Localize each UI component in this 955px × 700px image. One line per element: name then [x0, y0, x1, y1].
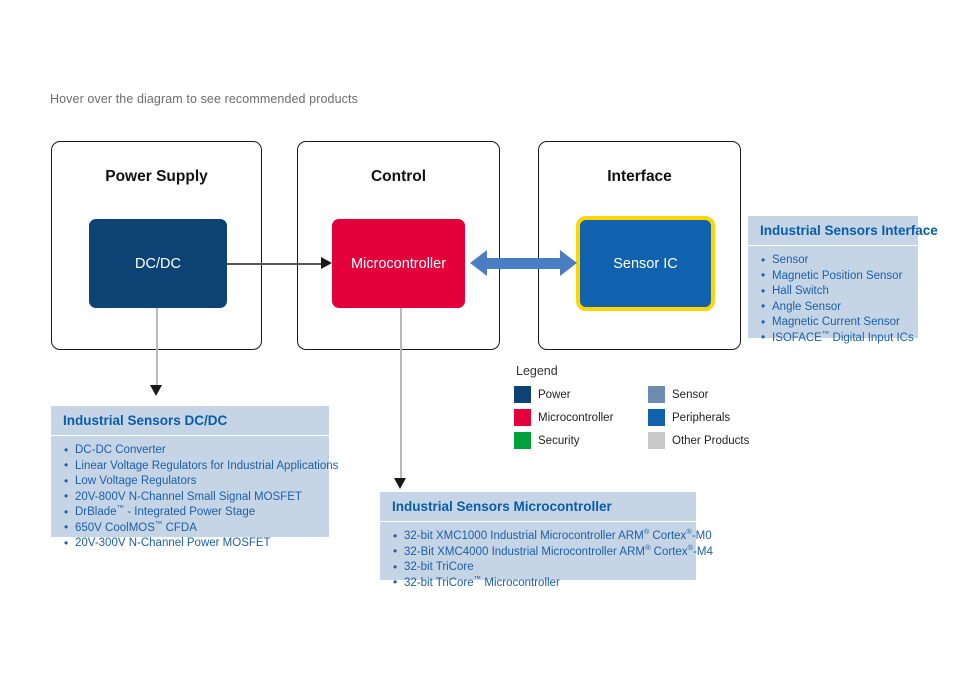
list-item[interactable]: Magnetic Current Sensor: [760, 315, 908, 331]
list-item[interactable]: 650V CoolMOS™ CFDA: [63, 519, 319, 537]
connector-microcontroller-to-panel-arrowhead: [394, 478, 406, 489]
legend-item-security: Security: [514, 429, 632, 452]
block-sensor-ic[interactable]: Sensor IC: [576, 216, 715, 311]
legend-label-security: Security: [538, 434, 580, 447]
panel-microcontroller: Industrial Sensors Microcontroller 32-bi…: [380, 492, 713, 590]
block-dcdc[interactable]: DC/DC: [89, 219, 227, 308]
legend-item-peripherals: Peripherals: [648, 406, 749, 429]
connector-dcdc-to-panel-arrowhead: [150, 385, 162, 396]
list-item[interactable]: 20V-300V N-Channel Power MOSFET: [63, 536, 319, 552]
legend-swatch-microcontroller: [514, 409, 531, 426]
legend-title: Legend: [516, 364, 558, 378]
list-item[interactable]: 32-bit TriCore: [392, 560, 686, 576]
connector-dcdc-to-microcontroller: [227, 263, 321, 265]
connector-microcontroller-to-panel: [400, 308, 402, 480]
legend-swatch-power: [514, 386, 531, 403]
legend-label-other-products: Other Products: [672, 434, 750, 447]
block-dcdc-label: DC/DC: [135, 255, 181, 272]
list-item[interactable]: Linear Voltage Regulators for Industrial…: [63, 458, 338, 475]
legend-item-other-products: Other Products: [648, 429, 749, 452]
panel-dcdc-title: Industrial Sensors DC/DC: [51, 406, 329, 436]
connector-microcontroller-sensor-shaft: [487, 258, 560, 269]
stage-power-supply-title: Power Supply: [105, 168, 208, 185]
list-item[interactable]: DrBlade™ - Integrated Power Stage: [63, 504, 319, 521]
connector-microcontroller-sensor-arrowhead-left: [470, 250, 487, 276]
legend-item-power: Power: [514, 383, 632, 406]
list-item[interactable]: Angle Sensor: [760, 299, 908, 316]
connector-dcdc-to-panel: [156, 308, 158, 387]
legend-item-microcontroller: Microcontroller: [514, 406, 632, 429]
list-item[interactable]: 20V-800V N-Channel Small Signal MOSFET: [63, 489, 319, 506]
list-item[interactable]: Sensor: [760, 253, 908, 269]
block-microcontroller-label: Microcontroller: [350, 255, 447, 272]
legend-label-microcontroller: Microcontroller: [538, 411, 614, 424]
list-item[interactable]: Magnetic Position Sensor: [760, 268, 908, 285]
list-item[interactable]: 32-bit TriCore™ Microcontroller: [392, 574, 686, 592]
legend-label-power: Power: [538, 388, 571, 401]
legend-swatch-other-products: [648, 432, 665, 449]
list-item[interactable]: 32-bit XMC1000 Industrial Microcontrolle…: [392, 528, 712, 545]
connector-dcdc-to-microcontroller-arrowhead: [321, 257, 332, 269]
legend-swatch-sensor: [648, 386, 665, 403]
stage-interface-title: Interface: [607, 168, 672, 185]
legend-label-sensor: Sensor: [672, 388, 709, 401]
legend-label-peripherals: Peripherals: [672, 411, 731, 424]
legend: Legend Power Sensor Microcontroller Peri…: [514, 364, 749, 452]
panel-interface-list: Sensor Magnetic Position Sensor Hall Swi…: [748, 246, 918, 355]
list-item[interactable]: Hall Switch: [760, 284, 908, 300]
legend-swatch-security: [514, 432, 531, 449]
list-item[interactable]: DC-DC Converter: [63, 443, 319, 459]
hover-hint-text: Hover over the diagram to see recommende…: [50, 92, 358, 106]
block-sensor-ic-label: Sensor IC: [613, 255, 678, 272]
panel-interface-title: Industrial Sensors Interface: [748, 216, 938, 246]
legend-grid: Power Sensor Microcontroller Peripherals…: [514, 383, 749, 452]
panel-microcontroller-list: 32-bit XMC1000 Industrial Microcontrolle…: [380, 522, 713, 600]
panel-dcdc: Industrial Sensors DC/DC DC-DC Converter…: [51, 406, 338, 551]
panel-interface: Industrial Sensors Interface Sensor Magn…: [748, 216, 938, 345]
list-item[interactable]: Low Voltage Regulators: [63, 474, 319, 490]
connector-microcontroller-sensor-arrowhead-right: [560, 250, 577, 276]
legend-item-sensor: Sensor: [648, 383, 749, 406]
list-item[interactable]: ISOFACE™ Digital Input ICs: [760, 329, 914, 347]
list-item[interactable]: 32-Bit XMC4000 Industrial Microcontrolle…: [392, 543, 713, 561]
panel-microcontroller-title: Industrial Sensors Microcontroller: [380, 492, 696, 522]
panel-dcdc-list: DC-DC Converter Linear Voltage Regulator…: [51, 436, 338, 561]
legend-swatch-peripherals: [648, 409, 665, 426]
block-microcontroller[interactable]: Microcontroller: [332, 219, 465, 308]
stage-control-title: Control: [370, 168, 427, 185]
